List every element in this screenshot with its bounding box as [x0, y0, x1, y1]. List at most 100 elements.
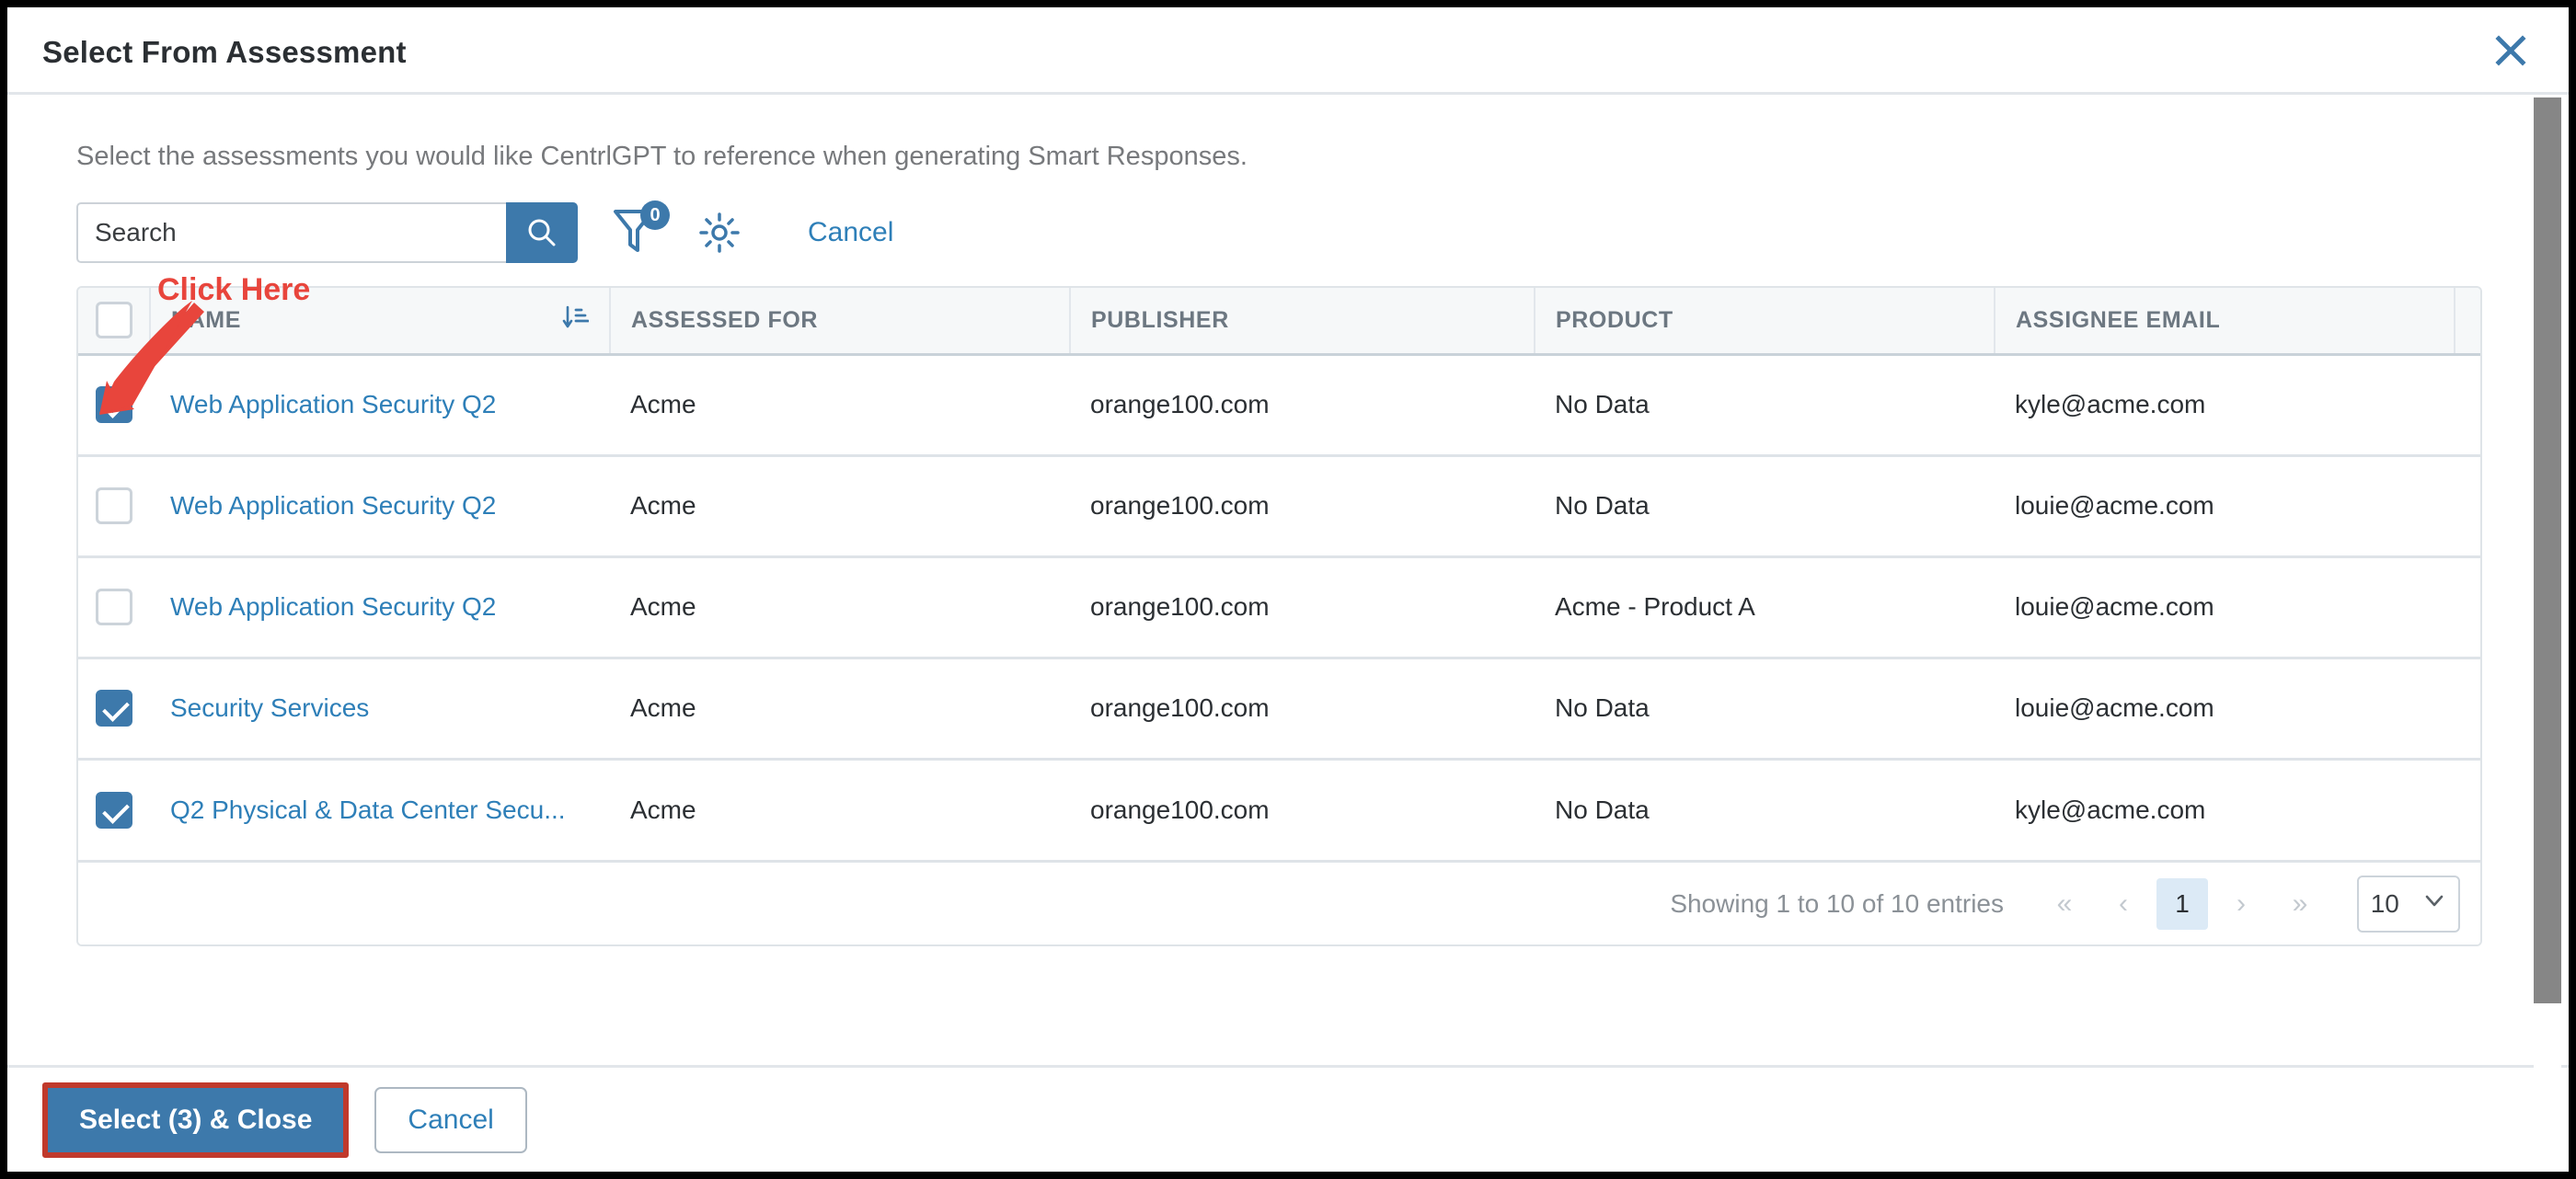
column-header-overflow — [2455, 288, 2480, 356]
table-row[interactable]: Web Application Security Q2 Acme orange100… — [78, 455, 2480, 558]
cell-assessed-for: Acme — [610, 556, 1070, 659]
row-checkbox-cell — [78, 759, 150, 860]
column-header-name[interactable]: NAME — [150, 288, 611, 356]
cell-overflow — [2455, 455, 2480, 558]
column-header-assignee-email[interactable]: ASSIGNEE EMAIL — [1995, 288, 2455, 356]
cell-overflow — [2455, 354, 2480, 457]
row-checkbox[interactable] — [96, 386, 132, 423]
row-checkbox[interactable] — [96, 589, 132, 625]
column-header-assessed-for[interactable]: ASSESSED FOR — [610, 288, 1071, 356]
assessment-table: NAME ASSESSED FOR PUBLISHER PRODUCT ASSI… — [78, 288, 2480, 860]
filter-count-badge: 0 — [640, 200, 670, 230]
modal-body: Select the assessments you would like Ce… — [7, 97, 2569, 1069]
column-header-product[interactable]: PRODUCT — [1535, 288, 1995, 356]
intro-text: Select the assessments you would like Ce… — [76, 142, 1248, 171]
cell-overflow — [2455, 556, 2480, 659]
row-checkbox-cell — [78, 354, 150, 457]
row-checkbox[interactable] — [96, 690, 132, 727]
assessment-name-link[interactable]: Q2 Physical & Data Center Secu... — [170, 796, 566, 824]
column-header-product-label: PRODUCT — [1556, 306, 1673, 333]
cell-product: No Data — [1535, 658, 1995, 761]
row-checkbox[interactable] — [96, 791, 132, 829]
row-checkbox-cell — [78, 658, 150, 761]
cell-overflow — [2455, 759, 2480, 860]
cell-publisher: orange100.com — [1070, 556, 1535, 659]
cell-assignee-email: kyle@acme.com — [1995, 759, 2455, 860]
search-input[interactable] — [76, 202, 506, 263]
filter-button[interactable]: 0 — [611, 200, 670, 261]
pagination-prev-button[interactable]: ‹ — [2098, 878, 2149, 930]
cell-product: Acme - Product A — [1535, 556, 1995, 659]
sort-descending-icon[interactable] — [561, 303, 590, 338]
table-head: NAME ASSESSED FOR PUBLISHER PRODUCT ASSI… — [78, 288, 2480, 356]
pagination-page-1[interactable]: 1 — [2156, 877, 2208, 930]
table-header-row: NAME ASSESSED FOR PUBLISHER PRODUCT ASSI… — [78, 288, 2480, 356]
vertical-scrollbar-track[interactable] — [2534, 97, 2561, 1069]
gear-icon — [699, 212, 740, 253]
select-and-close-highlight: Select (3) & Close — [42, 1082, 350, 1158]
cell-name: Security Services — [150, 658, 610, 761]
cell-name: Web Application Security Q2 — [150, 455, 610, 558]
modal-footer: Select (3) & Close Cancel — [7, 1065, 2569, 1172]
search-icon — [528, 219, 556, 246]
table-row[interactable]: Web Application Security Q2 Acme orange100… — [78, 354, 2480, 457]
cell-product: No Data — [1535, 354, 1995, 457]
table-toolbar: 0 Cancel — [76, 200, 893, 263]
cell-product: No Data — [1535, 759, 1995, 860]
assessment-name-link[interactable]: Web Application Security Q2 — [170, 390, 496, 418]
column-header-publisher[interactable]: PUBLISHER — [1070, 288, 1535, 356]
select-all-checkbox[interactable] — [95, 302, 132, 339]
cell-assignee-email: louie@acme.com — [1995, 455, 2455, 558]
cell-name: Q2 Physical & Data Center Secu... — [150, 759, 610, 860]
page-size-value: 10 — [2370, 888, 2399, 918]
table-body: Web Application Security Q2 Acme orange100… — [78, 354, 2480, 860]
cancel-button[interactable]: Cancel — [374, 1086, 527, 1153]
assessment-table-card: NAME ASSESSED FOR PUBLISHER PRODUCT ASSI… — [76, 286, 2482, 946]
cell-name: Web Application Security Q2 — [150, 556, 610, 659]
cell-assessed-for: Acme — [610, 658, 1070, 761]
close-icon[interactable] — [2488, 28, 2534, 74]
vertical-scrollbar-thumb[interactable] — [2534, 97, 2561, 1003]
cell-publisher: orange100.com — [1070, 658, 1535, 761]
cell-assessed-for: Acme — [610, 354, 1070, 457]
cell-publisher: orange100.com — [1070, 354, 1535, 457]
cell-assessed-for: Acme — [610, 455, 1070, 558]
pagination-first-button[interactable]: « — [2039, 878, 2090, 930]
pagination-next-button[interactable]: › — [2215, 878, 2267, 930]
column-header-name-label: NAME — [171, 306, 242, 333]
toolbar-cancel-link[interactable]: Cancel — [808, 217, 893, 248]
cell-publisher: orange100.com — [1070, 759, 1535, 860]
assessment-name-link[interactable]: Web Application Security Q2 — [170, 592, 496, 621]
row-checkbox-cell — [78, 455, 150, 558]
cell-assignee-email: louie@acme.com — [1995, 556, 2455, 659]
row-checkbox-cell — [78, 556, 150, 659]
cell-assessed-for: Acme — [610, 759, 1070, 860]
screenshot-frame: Select From Assessment Select the assess… — [0, 0, 2576, 1179]
modal-header: Select From Assessment — [7, 7, 2569, 95]
settings-button[interactable] — [696, 209, 743, 257]
table-row[interactable]: Security Services Acme orange100.com No Dat… — [78, 658, 2480, 761]
cell-name: Web Application Security Q2 — [150, 354, 610, 457]
search-button[interactable] — [506, 202, 578, 263]
column-header-assessed-for-label: ASSESSED FOR — [631, 306, 819, 333]
cell-product: No Data — [1535, 455, 1995, 558]
pagination-bar: Showing 1 to 10 of 10 entries « ‹ 1 › » … — [78, 860, 2480, 944]
pagination-last-button[interactable]: » — [2274, 878, 2326, 930]
assessment-name-link[interactable]: Web Application Security Q2 — [170, 491, 496, 520]
page-size-select[interactable]: 10 — [2357, 875, 2460, 933]
cell-publisher: orange100.com — [1070, 455, 1535, 558]
cell-assignee-email: louie@acme.com — [1995, 658, 2455, 761]
column-header-publisher-label: PUBLISHER — [1091, 306, 1229, 333]
chevron-down-icon — [2422, 888, 2446, 919]
page-title: Select From Assessment — [42, 35, 407, 69]
table-row[interactable]: Web Application Security Q2 Acme orange100… — [78, 556, 2480, 659]
cell-overflow — [2455, 658, 2480, 761]
assessment-name-link[interactable]: Security Services — [170, 693, 369, 722]
search-group — [76, 202, 578, 263]
cell-assignee-email: kyle@acme.com — [1995, 354, 2455, 457]
table-row[interactable]: Q2 Physical & Data Center Secu... Acme ora… — [78, 759, 2480, 860]
row-checkbox[interactable] — [96, 487, 132, 524]
select-and-close-button[interactable]: Select (3) & Close — [48, 1087, 344, 1152]
select-all-header — [78, 288, 151, 356]
column-header-assignee-email-label: ASSIGNEE EMAIL — [2016, 306, 2221, 333]
